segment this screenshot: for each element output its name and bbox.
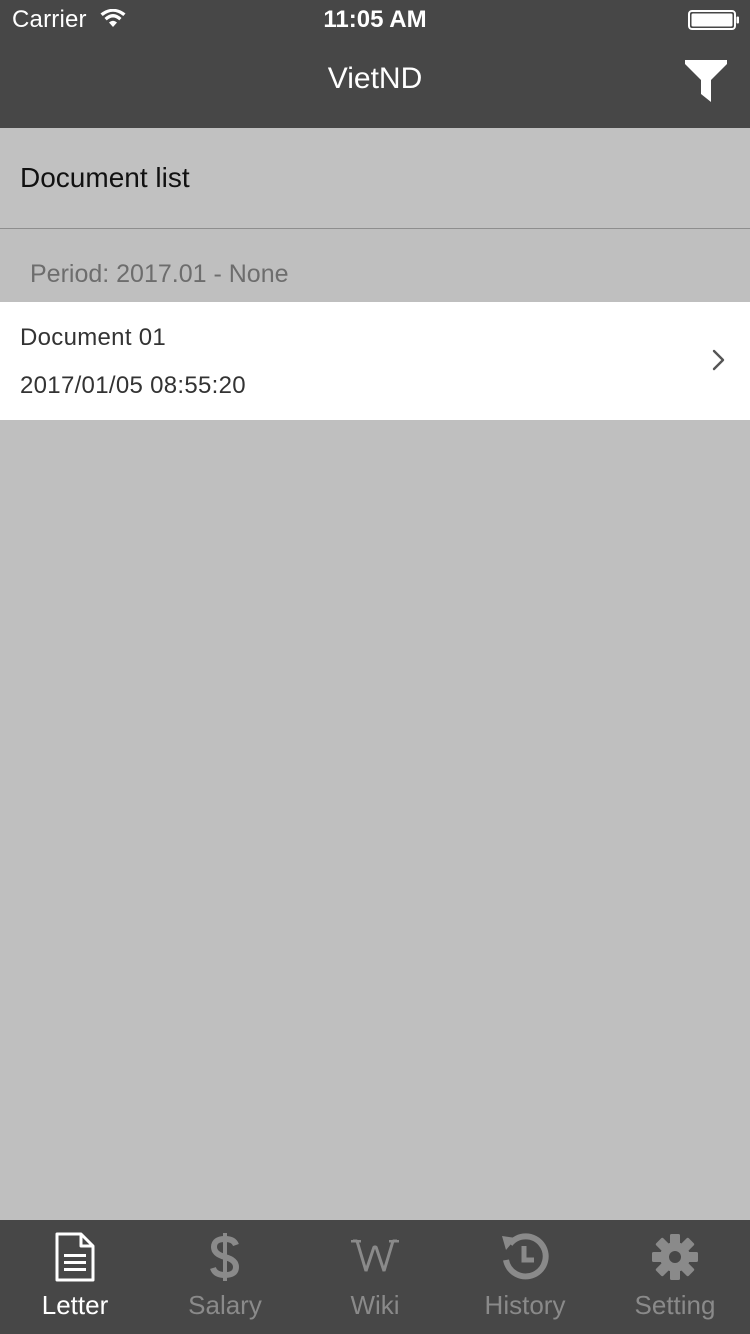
tab-label-salary: Salary xyxy=(188,1290,262,1320)
filter-button[interactable] xyxy=(682,56,730,106)
status-bar: Carrier 11:05 AM xyxy=(0,0,750,40)
dollar-icon xyxy=(200,1232,250,1282)
tab-wiki[interactable]: Wiki xyxy=(300,1220,450,1334)
status-time: 11:05 AM xyxy=(323,6,427,33)
document-date: 2017/01/05 08:55:20 xyxy=(20,372,246,399)
document-title: Document 01 xyxy=(20,324,167,351)
top-bar: Carrier 11:05 AM VietND xyxy=(0,0,750,128)
tab-label-setting: Setting xyxy=(634,1290,716,1320)
section-header: Document list xyxy=(0,128,750,229)
navigation-bar: VietND xyxy=(0,40,750,128)
section-title: Document list xyxy=(20,162,190,193)
wiki-icon xyxy=(350,1232,400,1282)
period-label: Period: 2017.01 - None xyxy=(30,260,289,288)
filter-icon xyxy=(685,60,727,102)
battery-icon xyxy=(688,10,739,30)
chevron-right-icon xyxy=(712,349,725,371)
tab-salary[interactable]: Salary xyxy=(150,1220,300,1334)
tab-label-wiki: Wiki xyxy=(350,1290,400,1320)
tab-bar: Letter Salary Wiki History Setting xyxy=(0,1220,750,1334)
tab-letter[interactable]: Letter xyxy=(0,1220,150,1334)
tab-label-history: History xyxy=(484,1290,566,1320)
gear-icon xyxy=(650,1232,700,1282)
document-icon xyxy=(50,1232,100,1282)
history-icon xyxy=(500,1232,550,1282)
tab-history[interactable]: History xyxy=(450,1220,600,1334)
tab-setting[interactable]: Setting xyxy=(600,1220,750,1334)
tab-label-letter: Letter xyxy=(41,1290,109,1320)
document-row[interactable]: Document 01 2017/01/05 08:55:20 xyxy=(0,302,750,420)
nav-title: VietND xyxy=(327,62,423,95)
